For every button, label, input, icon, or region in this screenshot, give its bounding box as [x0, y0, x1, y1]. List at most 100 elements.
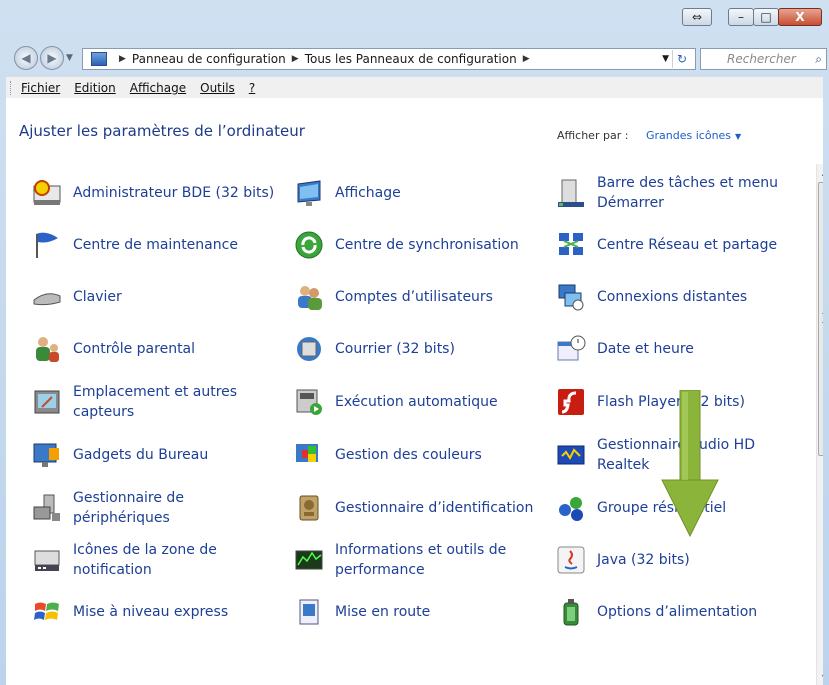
back-button[interactable]: ◀ [14, 46, 38, 70]
control-panel-item[interactable]: Affichage [293, 168, 543, 218]
control-panel-item[interactable]: Gestionnaire de périphériques [31, 483, 281, 533]
menu-fichier[interactable]: Fichier [21, 81, 60, 95]
control-panel-item-label[interactable]: Informations et outils de performance [335, 540, 543, 580]
device-manager-icon [31, 492, 63, 524]
control-panel-item-label[interactable]: Centre Réseau et partage [597, 235, 777, 255]
maximize-button[interactable]: □ [753, 8, 779, 26]
explorer-window: ⇔ – □ X ◀ ▶ ▼ ▶ Panneau de configuration… [0, 0, 829, 685]
performance-icon [293, 544, 325, 576]
menu-outils[interactable]: Outils [200, 81, 235, 95]
keyboard-icon [31, 281, 63, 313]
control-panel-item-label[interactable]: Courrier (32 bits) [335, 339, 455, 359]
power-icon [555, 596, 587, 628]
control-panel-item[interactable]: Mise à niveau express [31, 587, 281, 637]
control-panel-item[interactable]: Gestionnaire d’identification [293, 483, 543, 533]
breadcrumb-control-panel[interactable]: Panneau de configuration [132, 52, 286, 66]
control-panel-item[interactable]: Mise en route [293, 587, 543, 637]
control-panel-item[interactable]: Contrôle parental [31, 324, 281, 374]
control-panel-item[interactable]: Comptes d’utilisateurs [293, 272, 543, 322]
search-icon[interactable]: ⌕ [815, 52, 822, 67]
windows-icon [31, 596, 63, 628]
control-panel-item-label[interactable]: Clavier [73, 287, 122, 307]
display-icon [293, 177, 325, 209]
control-panel-item-label[interactable]: Connexions distantes [597, 287, 747, 307]
control-panel-item-label[interactable]: Comptes d’utilisateurs [335, 287, 493, 307]
control-panel-item-label[interactable]: Exécution automatique [335, 392, 498, 412]
control-panel-item[interactable]: Centre Réseau et partage [555, 220, 805, 270]
navigation-bar: ◀ ▶ ▼ ▶ Panneau de configuration ▶ Tous … [0, 40, 829, 76]
network-icon [555, 229, 587, 261]
sensor-icon [31, 386, 63, 418]
control-panel-item[interactable]: Emplacement et autres capteurs [31, 377, 281, 427]
recent-pages-dropdown[interactable]: ▼ [66, 53, 73, 63]
control-panel-item-label[interactable]: Barre des tâches et menu Démarrer [597, 173, 805, 213]
control-panel-item[interactable]: Gestion des couleurs [293, 430, 543, 480]
restore-layout-button[interactable]: ⇔ [682, 8, 712, 26]
control-panel-item-label[interactable]: Icônes de la zone de notification [73, 540, 281, 580]
breadcrumb-all-panels[interactable]: Tous les Panneaux de configuration [305, 52, 517, 66]
menu-help[interactable]: ? [249, 81, 255, 95]
minimize-button[interactable]: – [728, 8, 754, 26]
view-by-dropdown[interactable]: Grandes icônes ▼ [646, 129, 741, 142]
flash-icon [555, 386, 587, 418]
tray-icon [31, 544, 63, 576]
control-panel-item-label[interactable]: Contrôle parental [73, 339, 195, 359]
address-bar[interactable]: ▶ Panneau de configuration ▶ Tous les Pa… [82, 48, 696, 70]
control-panel-item-label[interactable]: Date et heure [597, 339, 694, 359]
control-panel-item-label[interactable]: Gestionnaire d’identification [335, 498, 533, 518]
control-panel-item[interactable]: Icônes de la zone de notification [31, 535, 281, 585]
control-panel-item-label[interactable]: Java (32 bits) [597, 550, 690, 570]
address-dropdown-icon[interactable]: ▼ [662, 54, 669, 64]
control-panel-item-label[interactable]: Administrateur BDE (32 bits) [73, 183, 274, 203]
users-icon [293, 281, 325, 313]
chevron-right-icon[interactable]: ▶ [292, 54, 299, 64]
chevron-right-icon[interactable]: ▶ [523, 54, 530, 64]
forward-button[interactable]: ▶ [40, 46, 64, 70]
control-panel-item-label[interactable]: Options d’alimentation [597, 602, 757, 622]
control-panel-item[interactable]: Connexions distantes [555, 272, 805, 322]
control-panel-item[interactable]: Date et heure [555, 324, 805, 374]
page-title: Ajuster les paramètres de l’ordinateur [19, 122, 305, 140]
autoplay-icon [293, 386, 325, 418]
getting-started-icon [293, 596, 325, 628]
java-icon [555, 544, 587, 576]
control-panel-item[interactable]: Centre de synchronisation [293, 220, 543, 270]
caret-down-icon: ▼ [735, 132, 742, 141]
control-panel-item[interactable]: Centre de maintenance [31, 220, 281, 270]
remote-icon [555, 281, 587, 313]
control-panel-item-label[interactable]: Affichage [335, 183, 401, 203]
menu-edition[interactable]: Edition [74, 81, 116, 95]
vertical-scrollbar[interactable]: ▲ ▼ [816, 164, 823, 685]
title-bar: ⇔ – □ X [0, 0, 829, 40]
search-placeholder: Rechercher [727, 52, 796, 66]
control-panel-item[interactable]: Gadgets du Bureau [31, 430, 281, 480]
control-panel-item[interactable]: Java (32 bits) [555, 535, 805, 585]
scroll-up-arrow-icon[interactable]: ▲ [817, 164, 823, 180]
control-panel-item-label[interactable]: Gadgets du Bureau [73, 445, 208, 465]
menu-grip [10, 81, 15, 95]
control-panel-item[interactable]: Exécution automatique [293, 377, 543, 427]
control-panel-item-label[interactable]: Mise en route [335, 602, 430, 622]
control-panel-item[interactable]: Courrier (32 bits) [293, 324, 543, 374]
menu-affichage[interactable]: Affichage [130, 81, 186, 95]
control-panel-item[interactable]: Barre des tâches et menu Démarrer [555, 168, 805, 218]
control-panel-item-label[interactable]: Gestion des couleurs [335, 445, 482, 465]
scroll-thumb[interactable] [818, 182, 823, 456]
scroll-down-arrow-icon[interactable]: ▼ [817, 669, 823, 685]
chevron-right-icon[interactable]: ▶ [119, 54, 126, 64]
control-panel-item-label[interactable]: Gestionnaire de périphériques [73, 488, 281, 528]
color-icon [293, 439, 325, 471]
control-panel-item-label[interactable]: Centre de maintenance [73, 235, 238, 255]
control-panel-item[interactable]: Administrateur BDE (32 bits) [31, 168, 281, 218]
refresh-icon[interactable]: ↻ [672, 50, 691, 68]
control-panel-item[interactable]: Options d’alimentation [555, 587, 805, 637]
close-button[interactable]: X [778, 8, 822, 26]
control-panel-item-label[interactable]: Emplacement et autres capteurs [73, 382, 281, 422]
control-panel-icon [91, 52, 107, 66]
control-panel-item[interactable]: Clavier [31, 272, 281, 322]
gadgets-icon [31, 439, 63, 471]
control-panel-item-label[interactable]: Mise à niveau express [73, 602, 228, 622]
search-input[interactable]: Rechercher ⌕ [700, 48, 827, 70]
control-panel-item-label[interactable]: Centre de synchronisation [335, 235, 519, 255]
control-panel-item[interactable]: Informations et outils de performance [293, 535, 543, 585]
